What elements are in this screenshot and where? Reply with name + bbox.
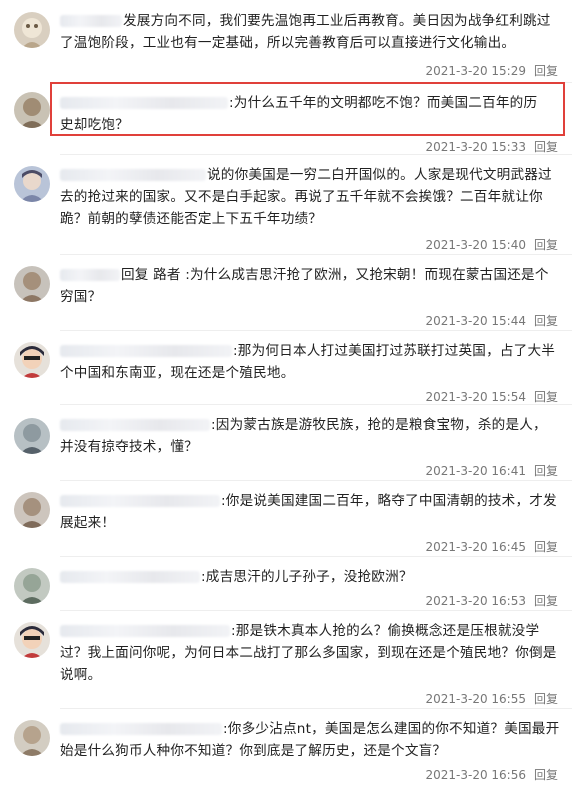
comment-meta: 2021-3-20 15:44 回复 (425, 312, 558, 329)
divider (60, 154, 572, 155)
reply-button[interactable]: 回复 (534, 64, 558, 78)
divider (60, 254, 572, 255)
divider (60, 556, 572, 557)
user-avatar[interactable] (14, 418, 50, 454)
comment-time: 2021-3-20 16:55 (425, 692, 526, 706)
divider (60, 330, 572, 331)
reply-button[interactable]: 回复 (534, 692, 558, 706)
comment-time: 2021-3-20 16:56 (425, 768, 526, 782)
redacted-username (60, 625, 230, 637)
reply-button[interactable]: 回复 (534, 464, 558, 478)
comment-text: 回复 路者 :为什么成吉思汗抢了欧洲，又抢宋朝！而现在蒙古国还是个穷国？ (60, 267, 549, 305)
user-avatar[interactable] (14, 622, 50, 658)
user-avatar[interactable] (14, 492, 50, 528)
user-avatar[interactable] (14, 342, 50, 378)
comment-time: 2021-3-20 15:54 (425, 390, 526, 404)
user-avatar[interactable] (14, 720, 50, 756)
comment-time: 2021-3-20 16:53 (425, 594, 526, 608)
comment-time: 2021-3-20 16:45 (425, 540, 526, 554)
divider (60, 480, 572, 481)
comment-meta: 2021-3-20 16:56 回复 (425, 766, 558, 783)
comment-meta: 2021-3-20 16:53 回复 (425, 592, 558, 609)
redacted-username (60, 723, 222, 735)
redacted-username (60, 345, 232, 357)
reply-button[interactable]: 回复 (534, 390, 558, 404)
comment-time: 2021-3-20 15:29 (425, 64, 526, 78)
redacted-username (60, 269, 120, 281)
comment-time: 2021-3-20 15:40 (425, 238, 526, 252)
comment-meta: 2021-3-20 16:45 回复 (425, 538, 558, 555)
user-avatar[interactable] (14, 166, 50, 202)
comment-text: :成吉思汗的儿子孙子，没抢欧洲？ (201, 569, 413, 585)
comment-meta: 2021-3-20 15:29 回复 (425, 62, 558, 79)
comment-meta: 2021-3-20 15:54 回复 (425, 388, 558, 405)
reply-button[interactable]: 回复 (534, 140, 558, 154)
divider (60, 708, 572, 709)
redacted-username (60, 495, 220, 507)
comment-meta: 2021-3-20 15:40 回复 (425, 236, 558, 253)
user-avatar[interactable] (14, 568, 50, 604)
highlight-box (50, 82, 565, 136)
comment-time: 2021-3-20 15:33 (425, 140, 526, 154)
user-avatar[interactable] (14, 92, 50, 128)
comment-text: 发展方向不同，我们要先温饱再工业后再教育。美日因为战争红利跳过了温饱阶段，工业也… (60, 13, 551, 51)
comment-meta: 2021-3-20 16:41 回复 (425, 462, 558, 479)
comment-meta: 2021-3-20 15:33 回复 (425, 138, 558, 155)
user-avatar[interactable] (14, 266, 50, 302)
reply-button[interactable]: 回复 (534, 768, 558, 782)
redacted-username (60, 419, 210, 431)
redacted-username (60, 571, 200, 583)
comment-time: 2021-3-20 15:44 (425, 314, 526, 328)
reply-button[interactable]: 回复 (534, 238, 558, 252)
divider (60, 610, 572, 611)
reply-button[interactable]: 回复 (534, 540, 558, 554)
comment-time: 2021-3-20 16:41 (425, 464, 526, 478)
divider (60, 404, 572, 405)
comment-meta: 2021-3-20 16:55 回复 (425, 690, 558, 707)
redacted-username (60, 169, 206, 181)
reply-button[interactable]: 回复 (534, 594, 558, 608)
user-avatar[interactable] (14, 12, 50, 48)
redacted-username (60, 15, 122, 27)
reply-button[interactable]: 回复 (534, 314, 558, 328)
